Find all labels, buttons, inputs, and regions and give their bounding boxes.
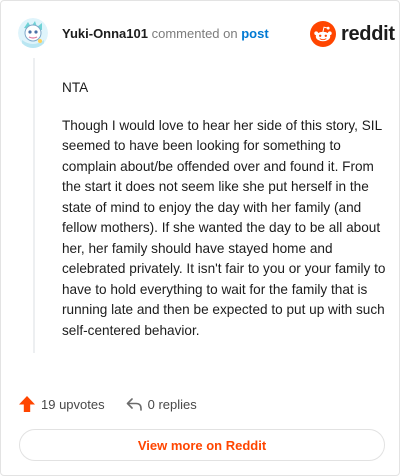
reply-button[interactable]: 0 replies	[125, 395, 197, 413]
reply-arrow-icon	[126, 398, 142, 411]
snoo-avatar-icon	[18, 18, 48, 48]
comment-paragraph: NTA	[62, 80, 89, 95]
comment-actions: 19 upvotes 0 replies	[18, 394, 197, 414]
commented-on-text: commented on	[151, 26, 238, 41]
comment-header: Yuki-Onna101 commented on post	[62, 26, 269, 42]
avatar[interactable]	[18, 18, 48, 48]
comment-embed-card: Yuki-Onna101 commented on post reddit NT…	[0, 0, 400, 476]
upvote-arrow-icon	[19, 396, 35, 412]
reddit-brand[interactable]: reddit	[310, 20, 395, 48]
reply-count: 0 replies	[147, 396, 197, 412]
reddit-logo-icon	[310, 21, 336, 47]
view-more-button[interactable]: View more on Reddit	[19, 429, 385, 461]
post-link[interactable]: post	[241, 26, 268, 41]
comment-body: NTA Though I would love to hear her side…	[62, 78, 386, 358]
thread-line[interactable]	[33, 58, 35, 353]
username[interactable]: Yuki-Onna101	[62, 26, 148, 41]
comment-paragraph: Though I would love to hear her side of …	[62, 117, 386, 338]
upvote-button[interactable]: 19 upvotes	[18, 395, 105, 413]
reddit-wordmark: reddit	[341, 23, 395, 45]
upvote-count: 19 upvotes	[41, 396, 105, 412]
